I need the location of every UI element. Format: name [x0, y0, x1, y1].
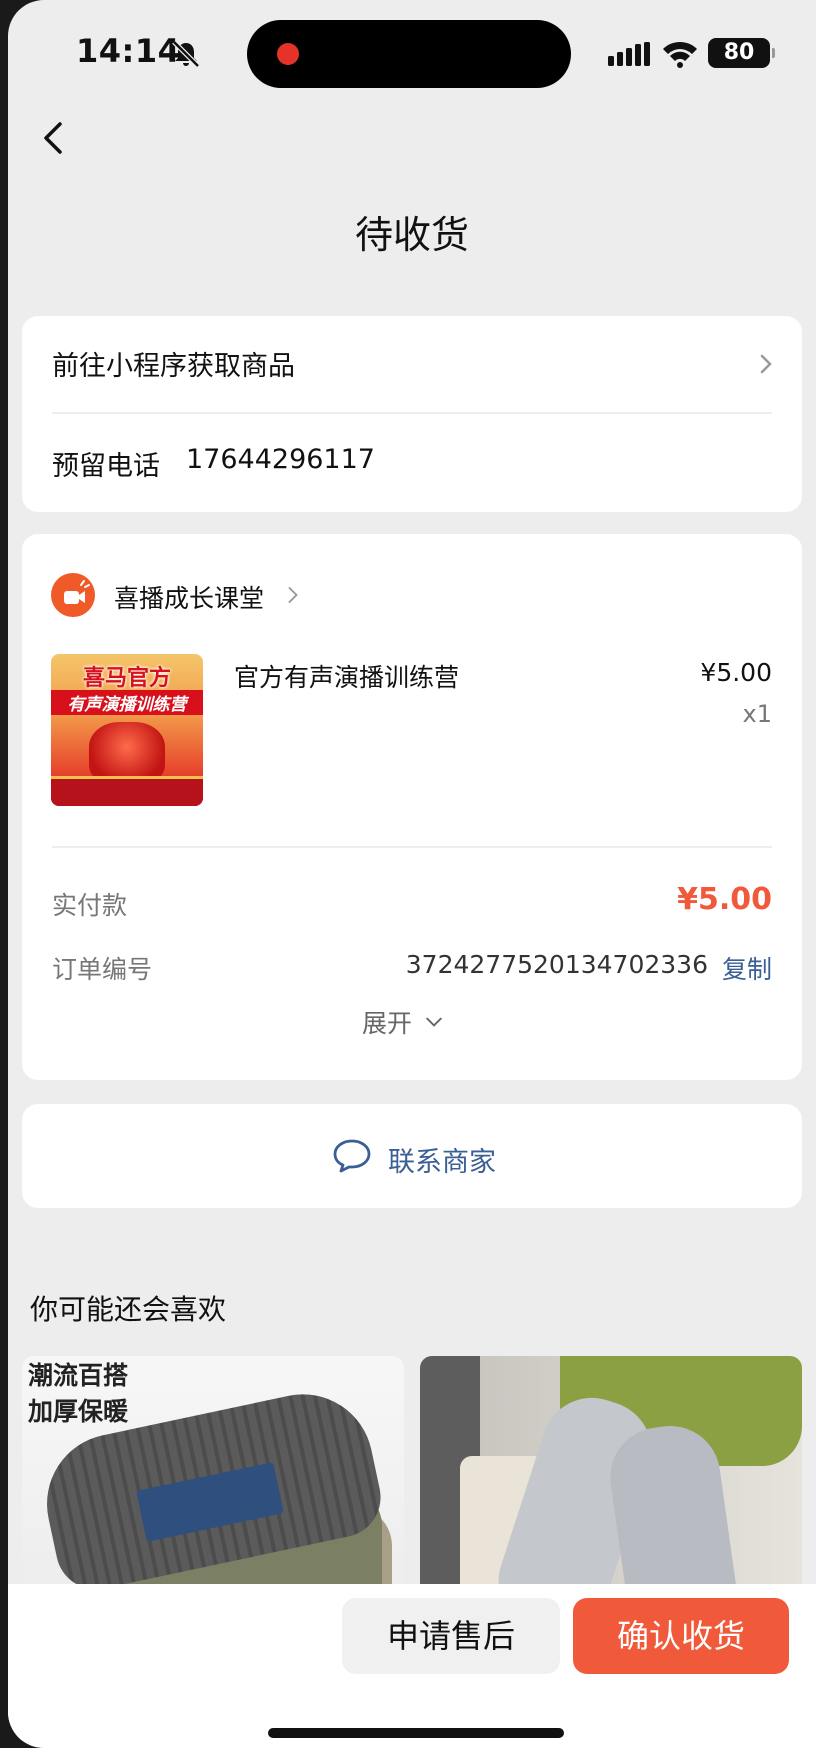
wifi-icon — [663, 41, 697, 68]
socks-caption: 潮流百搭 加厚保暖 — [28, 1358, 128, 1430]
recommend-title: 你可能还会喜欢 — [30, 1293, 227, 1326]
battery-icon: 80 — [708, 38, 775, 68]
order-no-value: 3724277520134702336 — [405, 950, 708, 979]
recording-dot-icon — [277, 43, 299, 65]
bell-off-icon — [172, 40, 200, 68]
product-price: ¥5.00 — [700, 658, 772, 687]
back-arrow-icon[interactable] — [36, 118, 72, 158]
confirm-receipt-button[interactable]: 确认收货 — [573, 1598, 789, 1674]
lucky-bag-graphic — [89, 722, 165, 784]
shop-name: 喜播成长课堂 — [114, 584, 265, 613]
divider — [52, 846, 772, 848]
signal-icon — [608, 42, 650, 66]
mini-program-row[interactable]: 前往小程序获取商品 — [22, 316, 802, 412]
phone-label: 预留电话 — [52, 451, 160, 482]
product-name[interactable]: 官方有声演播训练营 — [234, 658, 459, 694]
product-quantity: x1 — [742, 700, 772, 728]
page-title: 待收货 — [354, 213, 469, 257]
paid-label: 实付款 — [52, 891, 128, 920]
expand-button[interactable]: 展开 — [362, 1000, 482, 1040]
expand-label: 展开 — [362, 1009, 413, 1038]
after-sale-button[interactable]: 申请售后 — [342, 1598, 560, 1674]
order-no-label: 订单编号 — [52, 955, 153, 984]
shop-row[interactable]: 喜播成长课堂 — [22, 534, 442, 624]
chevron-right-icon — [288, 587, 298, 603]
socks-caption-line2: 加厚保暖 — [28, 1397, 129, 1426]
socks-caption-line1: 潮流百搭 — [28, 1361, 129, 1390]
contact-merchant-label: 联系商家 — [388, 1147, 496, 1178]
chat-bubble-icon — [333, 1139, 371, 1173]
chevron-right-icon — [760, 354, 772, 374]
product-image-title: 喜马官方 — [82, 666, 171, 691]
product-image[interactable]: 喜马官方 有声演播训练营 — [51, 654, 203, 806]
home-indicator[interactable] — [268, 1728, 564, 1738]
status-time: 14:14 — [76, 32, 181, 70]
bottom-action-bar: 申请售后 确认收货 — [8, 1584, 816, 1748]
status-bar: 14:14 80 — [8, 0, 816, 100]
dynamic-island — [247, 20, 571, 88]
phone-value: 17644296117 — [186, 444, 375, 475]
contact-merchant-button[interactable]: 联系商家 — [22, 1104, 802, 1208]
shop-logo-icon — [51, 573, 95, 617]
paid-amount: ¥5.00 — [677, 882, 772, 917]
recommend-item-pants[interactable] — [420, 1356, 802, 1616]
product-image-subtitle: 有声演播训练营 — [51, 690, 203, 715]
pickup-card: 前往小程序获取商品 预留电话 17644296117 — [22, 316, 802, 512]
copy-button[interactable]: 复制 — [722, 950, 772, 986]
recommend-item-socks[interactable]: 潮流百搭 加厚保暖 — [22, 1356, 404, 1616]
divider — [52, 412, 772, 414]
mini-program-link: 前往小程序获取商品 — [52, 351, 295, 382]
chevron-down-icon — [426, 1017, 442, 1027]
order-card: 喜播成长课堂 喜马官方 有声演播训练营 官方有声演播训练营 ¥5.00 x1 实… — [22, 534, 802, 1080]
ribbon-graphic — [51, 776, 203, 806]
phone-screen: 14:14 80 待收货 前往小程序获取商品 预留电话 17644296117 … — [8, 0, 816, 1748]
